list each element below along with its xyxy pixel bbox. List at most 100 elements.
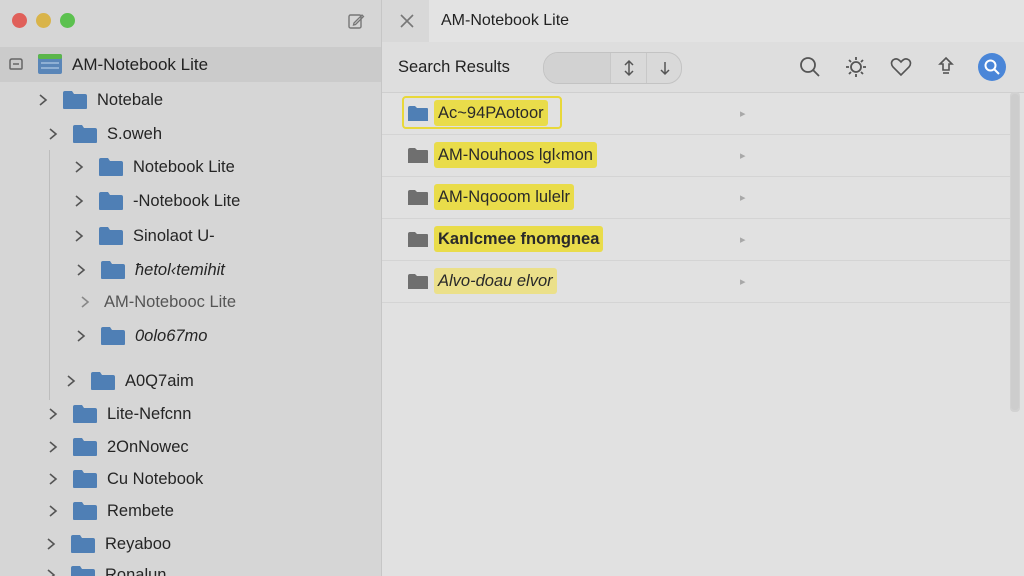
folder-icon — [73, 470, 97, 488]
folder-icon — [99, 192, 123, 210]
folder-icon — [73, 125, 97, 143]
pin-icon[interactable] — [934, 55, 958, 79]
chevron-right-icon[interactable] — [46, 407, 60, 421]
sidebar-item[interactable]: 0olo67mo — [74, 321, 207, 351]
sidebar-item[interactable]: A0Q7aim — [64, 366, 194, 396]
folder-icon — [71, 566, 95, 576]
chevron-right-icon[interactable] — [46, 127, 60, 141]
chevron-right-icon[interactable] — [46, 504, 60, 518]
sidebar-item-label: 0olo67mo — [135, 326, 208, 345]
minimize-window-button[interactable] — [36, 13, 51, 28]
sidebar-item[interactable]: S.oweh — [46, 119, 162, 149]
collapse-icon[interactable] — [8, 57, 24, 71]
result-row[interactable]: Ac~94PAotoor ▸ — [382, 92, 1010, 135]
search-active-icon — [984, 59, 1000, 75]
sidebar-item[interactable]: Rembete — [46, 496, 174, 526]
sidebar-item[interactable]: AM-Noteboo⁠c Lite — [78, 287, 236, 317]
sidebar-item[interactable]: Notebook Lite — [72, 152, 235, 182]
chevron-right-icon: ▸ — [740, 192, 746, 204]
chevron-right-icon[interactable] — [46, 472, 60, 486]
scroll-thumb[interactable] — [1011, 94, 1019, 410]
traffic-lights — [12, 13, 75, 28]
chevron-right-icon[interactable] — [36, 93, 50, 107]
sidebar-item-label: Cu Notebook — [107, 469, 204, 488]
folder-icon — [71, 535, 95, 553]
sort-field[interactable] — [544, 53, 611, 83]
result-row[interactable]: Kanlcmee fnomgnea ▸ — [382, 218, 1010, 261]
folder-icon — [408, 148, 428, 163]
sidebar-item-label: -Notebook Lite — [133, 191, 241, 210]
folder-icon — [99, 227, 123, 245]
chevron-right-icon[interactable] — [74, 329, 88, 343]
result-row[interactable]: Alvo-doau elvor ▸ — [382, 260, 1010, 303]
close-icon[interactable] — [398, 12, 416, 30]
chevron-right-icon[interactable] — [78, 295, 92, 309]
sidebar-item[interactable]: Cu Notebook — [46, 464, 203, 494]
vertical-scrollbar[interactable] — [1010, 92, 1020, 412]
folder-icon — [101, 327, 125, 345]
folder-icon — [73, 502, 97, 520]
sidebar-root-notebook[interactable]: AM-Notebook Lite — [0, 47, 381, 82]
sidebar-item-label: AM-Noteboo⁠c Lite — [104, 292, 237, 311]
result-label: Ac~94PAotoor — [434, 100, 548, 126]
result-row[interactable]: AM-Nouhoos lgl‹mon ▸ — [382, 134, 1010, 177]
tab-label: AM-Notebook Lite — [441, 12, 570, 29]
folder-icon — [408, 232, 428, 247]
sidebar-item-label: S.oweh — [107, 124, 163, 143]
compose-icon[interactable] — [347, 12, 365, 30]
gear-icon[interactable] — [844, 55, 868, 79]
chevron-right-icon[interactable] — [44, 568, 58, 576]
sidebar-item[interactable]: Notebale — [36, 85, 163, 115]
sidebar-item[interactable]: 2OnNowec — [46, 432, 189, 462]
sidebar-item[interactable]: Reyaboo — [44, 529, 171, 559]
tab-notebook[interactable]: AM-Notebook Lite — [429, 0, 1024, 42]
sort-control — [543, 52, 682, 84]
sidebar: AM-Notebook Lite Notebale S.oweh Noteboo… — [0, 0, 382, 576]
sidebar-item[interactable]: Sinolaot U- — [72, 221, 215, 251]
result-label: Kanlcmee fnomgnea — [434, 226, 604, 252]
search-results-title: Search Results — [398, 58, 510, 76]
arrow-down-icon — [659, 62, 670, 76]
folder-icon — [408, 106, 428, 121]
folder-icon — [91, 372, 115, 390]
chevron-right-icon: ▸ — [740, 108, 746, 120]
search-icon[interactable] — [798, 55, 822, 79]
sidebar-item-label: A0Q7aim — [125, 371, 194, 390]
sidebar-item[interactable]: ħetol‹temihit — [74, 255, 225, 285]
sidebar-item-label: Notebale — [97, 90, 164, 109]
sidebar-item[interactable]: Lite-Nefcnn — [46, 399, 191, 429]
folder-icon — [73, 438, 97, 456]
chevron-right-icon[interactable] — [72, 160, 86, 174]
search-active-button[interactable] — [978, 53, 1006, 81]
sidebar-item-label: Ronalun — [105, 565, 167, 576]
folder-icon — [99, 158, 123, 176]
toolbar: Search Results — [382, 42, 1024, 93]
zoom-window-button[interactable] — [60, 13, 75, 28]
chevron-right-icon[interactable] — [64, 374, 78, 388]
main-pane: AM-Notebook Lite Search Results Ac~94PAo… — [382, 0, 1024, 576]
folder-icon — [408, 190, 428, 205]
folder-icon — [73, 405, 97, 423]
tree-guide-line — [49, 150, 50, 400]
sort-button[interactable] — [611, 53, 647, 83]
tab-bar: AM-Notebook Lite — [382, 0, 1024, 42]
app-window: AM-Notebook Lite Notebale S.oweh Noteboo… — [0, 0, 1024, 576]
chevron-right-icon[interactable] — [72, 194, 86, 208]
close-window-button[interactable] — [12, 13, 27, 28]
chevron-right-icon[interactable] — [46, 440, 60, 454]
chevron-right-icon[interactable] — [74, 263, 88, 277]
sidebar-item-label: ħetol‹temihit — [135, 260, 225, 279]
sidebar-item-label: Sinolaot U- — [133, 226, 215, 245]
heart-icon[interactable] — [889, 55, 913, 79]
result-label: AM-Nouhoos lgl‹mon — [434, 142, 597, 168]
sidebar-item[interactable]: Ronalun — [44, 560, 166, 576]
chevron-right-icon[interactable] — [72, 229, 86, 243]
chevron-right-icon: ▸ — [740, 150, 746, 162]
folder-icon — [408, 274, 428, 289]
folder-icon — [63, 91, 87, 109]
sidebar-root-label: AM-Notebook Lite — [72, 55, 209, 74]
sort-down-button[interactable] — [647, 53, 681, 83]
result-row[interactable]: AM-Nqooom lulelr ▸ — [382, 176, 1010, 219]
chevron-right-icon[interactable] — [44, 537, 58, 551]
sidebar-item[interactable]: -Notebook Lite — [72, 186, 240, 216]
